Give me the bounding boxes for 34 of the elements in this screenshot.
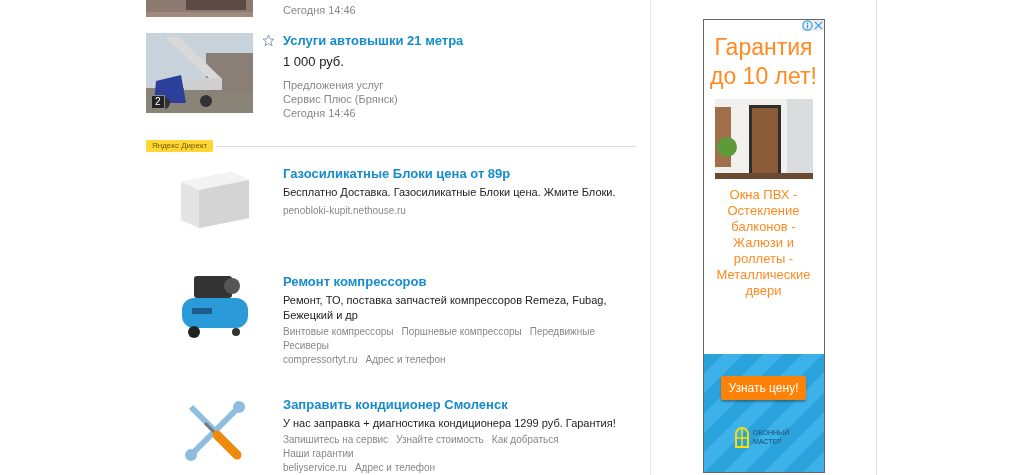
close-icon[interactable] — [812, 20, 824, 31]
ad-link[interactable]: Наши гарантии — [283, 447, 354, 461]
photo-count: 2 — [151, 95, 165, 109]
ad-link[interactable]: Запишитесь на сервис — [283, 433, 389, 447]
ad-domain[interactable]: compressortyt.ru — [283, 353, 358, 367]
ad-domain[interactable]: beliyservice.ru — [283, 461, 347, 475]
banner-headline: Гарантия до 10 лет! — [709, 33, 818, 91]
ad-text: Ремонт, ТО, поставка запчастей компрессоров Remeza, Fubag, Бежецкий и др — [283, 293, 608, 323]
ad-link[interactable]: Поршневые компрессоры — [401, 325, 522, 339]
ad-title[interactable]: Ремонт компрессоров — [283, 274, 633, 290]
price-button[interactable]: Узнать цену! — [720, 376, 807, 400]
ad-label: Яндекс Директ — [146, 140, 214, 152]
ad-text: У нас заправка + диагностика кондиционера 1299 руб. Гарантия! — [283, 416, 617, 431]
listing-category: Предложения услуг — [283, 78, 385, 92]
ad-link[interactable]: Как добраться — [491, 433, 559, 447]
ad-contact-link[interactable]: Адрес и телефон — [354, 461, 436, 475]
listing-title[interactable]: Услуги автовышки 21 метра — [283, 33, 464, 49]
banner-text: Окна ПВХ - Остекление балконов - Жалюзи и роллеты - Металлические двери — [715, 187, 812, 299]
star-icon[interactable] — [261, 34, 275, 47]
listing-seller: Сервис Плюс (Брянск) — [283, 92, 399, 106]
listing-date: Сегодня 14:46 — [283, 3, 356, 17]
listing-price: 1 000 руб. — [283, 54, 345, 70]
listing-date: Сегодня 14:46 — [283, 106, 357, 120]
ad-text: Бесплатно Доставка. Газосиликатные Блоки цена. Жмите Блоки. — [283, 185, 617, 200]
ad-domain[interactable]: penobloki-kupit.nethouse.ru — [283, 204, 406, 218]
ad-link[interactable]: Передвижные — [529, 325, 596, 339]
ad-contact-link[interactable]: Адрес и телефон — [365, 353, 446, 367]
ad-link[interactable]: Ресиверы — [283, 339, 329, 353]
ad-link[interactable]: Узнайте стоимость — [396, 433, 484, 447]
ad-title[interactable]: Заправить кондиционер Смоленск — [283, 397, 633, 413]
info-icon[interactable] — [801, 20, 813, 31]
window-icon — [734, 426, 750, 448]
ad-title[interactable]: Газосиликатные Блоки цена от 89р — [283, 166, 633, 182]
ad-link[interactable]: Винтовые компрессоры — [283, 325, 394, 339]
